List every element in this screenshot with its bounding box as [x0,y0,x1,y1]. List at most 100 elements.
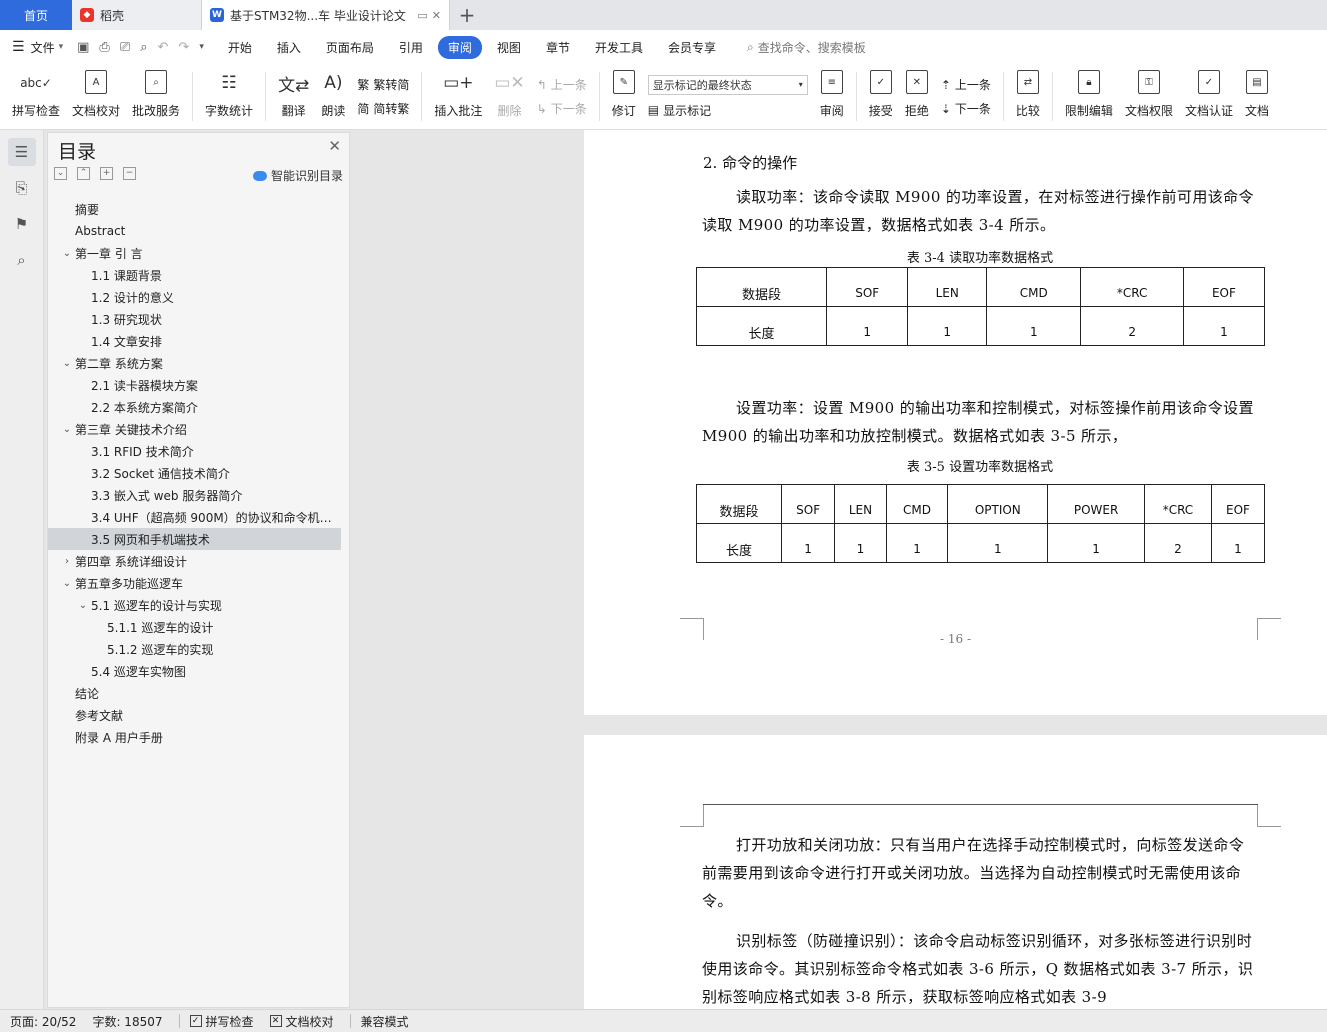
toc-item[interactable]: ⌄ 第五章多功能巡逻车 [48,572,349,594]
chapter-nav-icon[interactable]: ⎘ [8,174,36,202]
doc-permission-button[interactable]: ⚿ 文档权限 [1119,64,1179,129]
toc-item[interactable]: 3.4 UHF（超高频 900M）的协议和命令机… [48,506,349,528]
spell-check-toggle[interactable]: ✓ 拼写检查 [189,1013,254,1030]
toc-item[interactable]: 2.2 本系统方案简介 [48,396,349,418]
toc-item[interactable]: 摘要 [48,198,349,220]
traditional-to-simplified-button[interactable]: 繁 繁转简 [357,76,409,93]
compare-button[interactable]: ⇄ 比较 [1010,64,1046,129]
track-changes-button[interactable]: ✎ 修订 [606,64,642,129]
next-comment-label: 下一条 [550,102,587,116]
print-icon[interactable]: ⎚ [120,40,130,55]
menu-view[interactable]: 视图 [487,36,531,59]
menu-page-layout[interactable]: 页面布局 [316,36,384,59]
search-icon[interactable]: ⌕ [8,246,36,274]
menu-insert[interactable]: 插入 [267,36,311,59]
menu-developer[interactable]: 开发工具 [585,36,653,59]
lock-icon: 🔒︎ [1077,70,1100,94]
word-count-indicator[interactable]: 字数: 18507 [92,1013,162,1030]
quick-access-more-icon[interactable]: ▾ [199,42,204,52]
undo-icon[interactable]: ↶ [158,40,169,55]
chevron-down-icon[interactable]: ⌄ [60,358,74,369]
tab-home[interactable]: 首页 [0,0,72,30]
toc-item[interactable]: ⌄ 5.1 巡逻车的设计与实现 [48,594,349,616]
ribbon-more-button[interactable]: ▤ 文档 [1239,64,1275,129]
review-pane-button[interactable]: ≡ 审阅 [814,64,850,129]
menu-references[interactable]: 引用 [389,36,433,59]
table-cell: 1 [986,306,1082,346]
chevron-down-icon[interactable]: ⌄ [60,248,74,259]
command-search[interactable]: ⌕ 查找命令、搜索模板 [747,39,866,56]
page-indicator[interactable]: 页面: 20/52 [10,1013,76,1030]
redo-icon[interactable]: ↷ [178,40,189,55]
next-change-button[interactable]: ⇣ 下一条 [941,100,991,117]
insert-comment-button[interactable]: ▭+ 插入批注 [428,64,488,129]
save-icon[interactable]: ▣ [77,40,89,55]
review-service-button[interactable]: ⌕ 批改服务 [126,64,186,129]
tab-document[interactable]: W 基于STM32物...车 毕业设计论文 ▭ ✕ [202,0,450,30]
toc-item[interactable]: 参考文献 [48,704,349,726]
expand-all-icon[interactable]: ⌄ [54,167,67,180]
close-icon[interactable]: ✕ [432,9,441,22]
bookmark-icon[interactable]: ⚑ [8,210,36,238]
menu-chapter[interactable]: 章节 [536,36,580,59]
toc-item[interactable]: 3.1 RFID 技术简介 [48,440,349,462]
toc-item[interactable]: ⌄ 第一章 引 言 [48,242,349,264]
toc-item[interactable]: 5.1.2 巡逻车的实现 [48,638,349,660]
toc-item[interactable]: 1.1 课题背景 [48,264,349,286]
toc-item[interactable]: 3.5 网页和手机端技术 [48,528,341,550]
toc-item[interactable]: 1.4 文章安排 [48,330,349,352]
toc-item[interactable]: 结论 [48,682,349,704]
read-aloud-button[interactable]: A) 朗读 [315,64,351,129]
window-restore-icon[interactable]: ▭ [417,9,427,22]
accept-button[interactable]: ✓ 接受 [863,64,899,129]
export-pdf-icon[interactable]: ⎙ [99,40,109,55]
chevron-down-icon[interactable]: ⌄ [76,600,90,611]
toc-item[interactable]: 3.3 嵌入式 web 服务器简介 [48,484,349,506]
menu-member[interactable]: 会员专享 [658,36,726,59]
chevron-down-icon[interactable]: ⌄ [60,578,74,589]
translate-button[interactable]: 文⇄ 翻译 [272,64,315,129]
toc-item[interactable]: ⌄ 第三章 关键技术介绍 [48,418,349,440]
markup-mode-select[interactable]: 显示标记的最终状态 ▾ [647,74,808,95]
toc-item[interactable]: 3.2 Socket 通信技术简介 [48,462,349,484]
simplified-to-traditional-button[interactable]: 简 简转繁 [357,100,409,117]
chevron-down-icon[interactable]: ⌄ [60,424,74,435]
track-changes-label: 修订 [611,104,636,118]
doc-proofread-button[interactable]: A 文档校对 [66,64,126,129]
toc-item[interactable]: 附录 A 用户手册 [48,726,349,748]
reject-button[interactable]: ✕ 拒绝 [899,64,935,129]
toc-item[interactable]: › 第四章 系统详细设计 [48,550,349,572]
toc-item[interactable]: Abstract [48,220,349,242]
delete-comment-button[interactable]: ▭✕ 删除 [488,64,530,129]
doc-certify-button[interactable]: ✓ 文档认证 [1179,64,1239,129]
file-menu[interactable]: ☰ 文件 ▾ [12,39,63,56]
toc-item[interactable]: 1.2 设计的意义 [48,286,349,308]
menu-home[interactable]: 开始 [218,36,262,59]
doc-proofread-toggle[interactable]: ✕ 文档校对 [269,1013,334,1030]
toc-item-label: 3.2 Socket 通信技术简介 [91,466,230,481]
toc-item[interactable]: 5.1.1 巡逻车的设计 [48,616,349,638]
collapse-all-icon[interactable]: ⌃ [77,167,90,180]
close-icon[interactable]: ✕ [328,137,341,155]
menu-review[interactable]: 审阅 [437,35,482,59]
chevron-right-icon[interactable]: › [60,556,74,567]
add-heading-icon[interactable]: + [100,167,113,180]
restrict-editing-button[interactable]: 🔒︎ 限制编辑 [1059,64,1119,129]
prev-change-button[interactable]: ⇡ 上一条 [941,76,991,93]
toc-item[interactable]: ⌄ 第二章 系统方案 [48,352,349,374]
word-count-button[interactable]: ☷ 字数统计 [199,64,259,129]
toc-item[interactable]: 1.3 研究现状 [48,308,349,330]
print-preview-icon[interactable]: ⌕ [140,40,147,55]
toc-title: 目录 [58,141,97,163]
smart-toc-button[interactable]: 智能识别目录 [252,167,343,184]
prev-comment-button[interactable]: ↰ 上一条 [537,76,587,93]
remove-heading-icon[interactable]: − [123,167,136,180]
toc-item[interactable]: 5.4 巡逻车实物图 [48,660,349,682]
new-tab-button[interactable]: + [450,0,484,30]
toc-panel-icon[interactable]: ☰ [7,138,36,166]
toc-item[interactable]: 2.1 读卡器模块方案 [48,374,349,396]
next-comment-button[interactable]: ↳ 下一条 [537,100,587,117]
show-markup-button[interactable]: ▤ 显示标记 [648,102,808,119]
spell-check-button[interactable]: abc✓ 拼写检查 [6,64,66,129]
tab-daoke[interactable]: ◆ 稻壳 [72,0,202,30]
